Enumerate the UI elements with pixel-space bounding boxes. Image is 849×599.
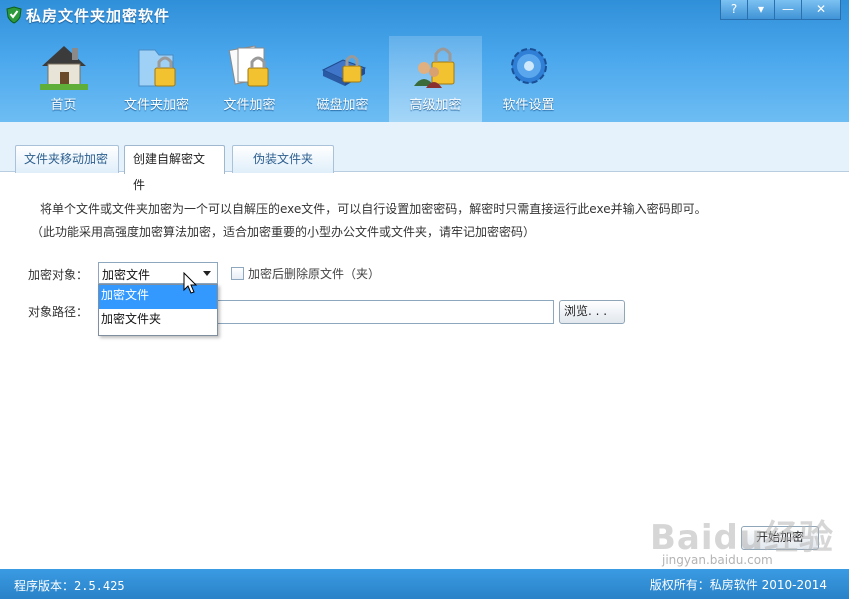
- app-title: 私房文件夹加密软件: [26, 7, 171, 25]
- users-lock-icon: [413, 47, 454, 88]
- dropdown-option-file[interactable]: 加密文件: [99, 285, 217, 309]
- version-text: 程序版本：2.5.425: [14, 579, 125, 593]
- delete-original-label: 加密后删除原文件（夹）: [248, 267, 381, 281]
- status-bar: 程序版本：2.5.425 版权所有：私房软件 2010-2014: [0, 569, 849, 599]
- baidu-watermark-url: jingyan.baidu.com: [662, 553, 773, 567]
- disk-lock-icon: [321, 55, 366, 86]
- title-bar: 私房文件夹加密软件 ? ▾ — ✕: [0, 0, 849, 30]
- baidu-watermark: Baidu经验: [650, 518, 835, 558]
- target-select[interactable]: 加密文件: [98, 262, 218, 284]
- tab-folder-move-encrypt[interactable]: 文件夹移动加密: [15, 145, 119, 173]
- minimize-button[interactable]: —: [774, 0, 802, 20]
- chevron-down-icon: [203, 271, 211, 276]
- delete-original-option[interactable]: 加密后删除原文件（夹）: [231, 265, 380, 282]
- main-nav: 首页 文件夹加密 文件加密 磁盘加密 高级加密 软件设置: [17, 36, 575, 122]
- browse-button[interactable]: 浏览. . .: [559, 300, 625, 324]
- dropdown-option-folder[interactable]: 加密文件夹: [99, 309, 217, 333]
- target-dropdown-list: 加密文件 加密文件夹: [98, 284, 218, 336]
- nav-item-file-encrypt[interactable]: 文件加密: [203, 36, 296, 122]
- folder-lock-icon: [138, 49, 175, 87]
- nav-item-advanced-encrypt[interactable]: 高级加密: [389, 36, 482, 122]
- nav-item-home[interactable]: 首页: [17, 36, 110, 122]
- shield-logo-icon: [6, 6, 22, 24]
- target-label: 加密对象：: [28, 268, 89, 282]
- help-button[interactable]: ?: [720, 0, 748, 20]
- copyright-text: 版权所有：私房软件 2010-2014: [649, 578, 827, 592]
- nav-item-disk-encrypt[interactable]: 磁盘加密: [296, 36, 389, 122]
- file-lock-icon: [228, 45, 268, 87]
- path-label: 对象路径：: [28, 305, 89, 319]
- tab-disguise-folder[interactable]: 伪装文件夹: [232, 145, 334, 173]
- tab-strip: 文件夹移动加密 创建自解密文件 伪装文件夹: [0, 122, 849, 192]
- close-button[interactable]: ✕: [801, 0, 841, 20]
- window-controls: ? ▾ — ✕: [720, 0, 841, 20]
- feature-note: （此功能采用高强度加密算法加密，适合加密重要的小型办公文件或文件夹，请牢记加密密…: [31, 225, 536, 239]
- nav-item-folder-encrypt[interactable]: 文件夹加密: [110, 36, 203, 122]
- tab-create-self-decrypt[interactable]: 创建自解密文件: [124, 145, 225, 192]
- app-header: 私房文件夹加密软件 ? ▾ — ✕ 首页 文件夹加密 文件加密 磁盘加密 高级加…: [0, 0, 849, 122]
- gear-icon: [510, 48, 547, 84]
- delete-original-checkbox[interactable]: [231, 267, 244, 280]
- mouse-pointer-icon: [183, 272, 198, 294]
- house-icon: [39, 46, 88, 90]
- menu-button[interactable]: ▾: [747, 0, 775, 20]
- nav-item-settings[interactable]: 软件设置: [482, 36, 575, 122]
- feature-description: 将单个文件或文件夹加密为一个可以自解压的exe文件，可以自行设置加密密码，解密时…: [40, 202, 707, 216]
- target-select-value: 加密文件: [102, 268, 151, 282]
